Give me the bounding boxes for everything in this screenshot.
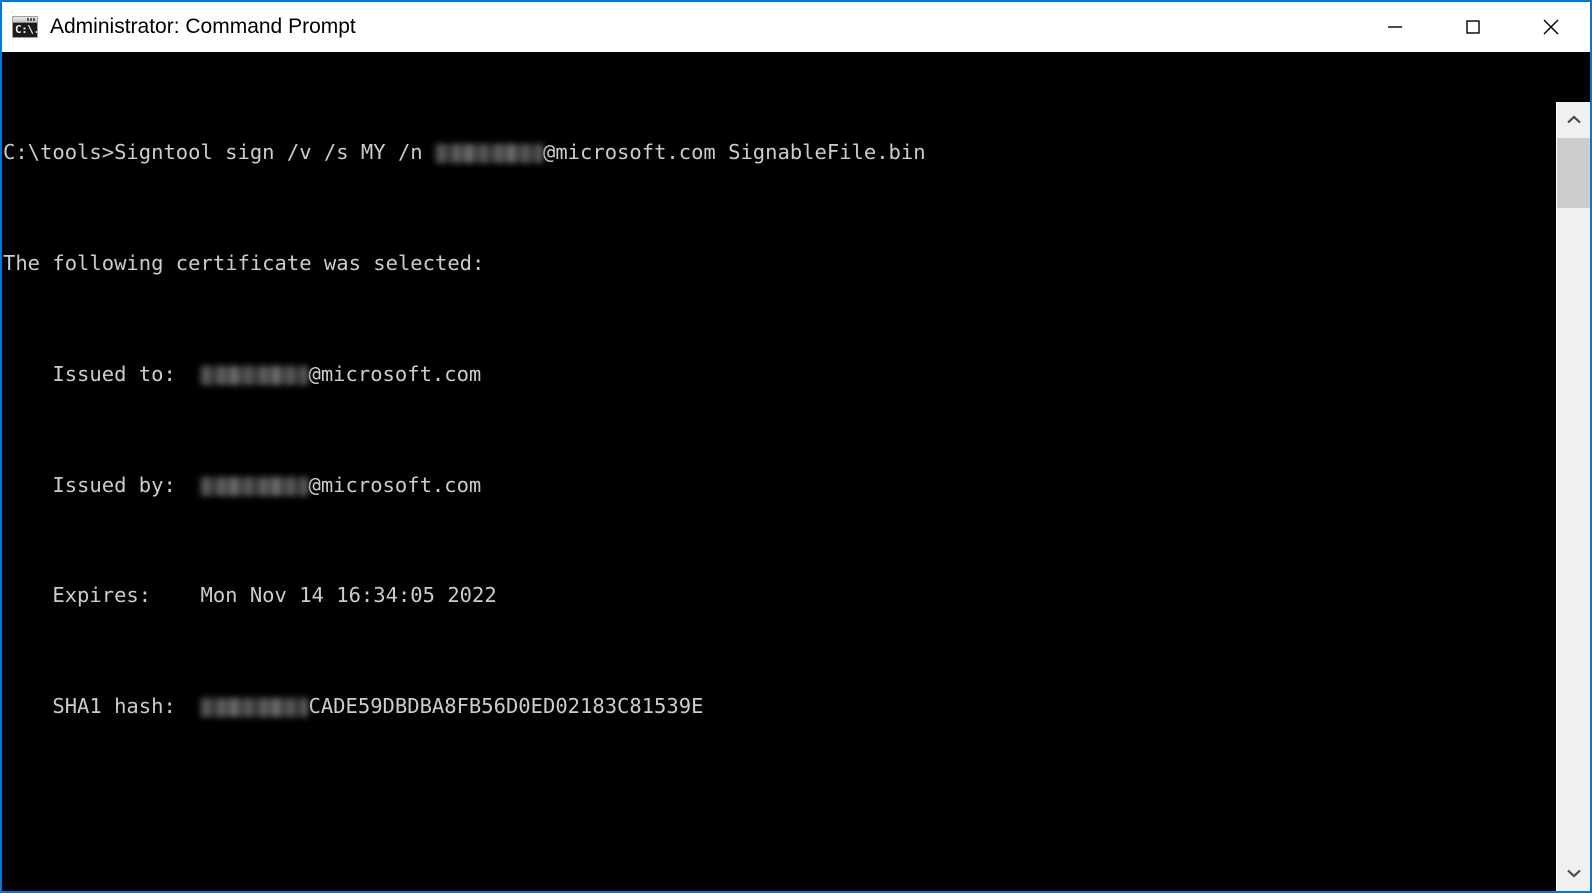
- chevron-up-icon: [1566, 115, 1581, 124]
- scroll-down-button[interactable]: [1557, 855, 1590, 891]
- console-text-run: C:\tools>Signtool sign /v /s MY /n: [3, 140, 435, 165]
- command-prompt-icon: C:\.: [12, 16, 38, 38]
- console-text-run: Expires: Mon Nov 14 16:34:05 2022: [3, 583, 497, 608]
- icon-caption-dots: [27, 18, 35, 21]
- redacted-text-block: [200, 365, 309, 385]
- console-output-area[interactable]: C:\tools>Signtool sign /v /s MY /n @micr…: [2, 52, 1590, 891]
- window-title: Administrator: Command Prompt: [50, 15, 356, 38]
- console-text-run: @microsoft.com: [308, 472, 482, 497]
- line-issued-by: Issued by: @microsoft.com: [3, 473, 481, 497]
- close-icon: [1543, 19, 1559, 35]
- line-cert-heading: The following certificate was selected:: [3, 250, 485, 275]
- console-line: C:\tools>Signtool sign /v /s MY /n @micr…: [3, 139, 926, 167]
- maximize-icon: [1466, 20, 1480, 34]
- console-line: Issued by: @microsoft.com: [3, 472, 926, 500]
- scrollbar-track[interactable]: [1557, 138, 1590, 855]
- redacted-text-block: [434, 144, 543, 164]
- console-text-run: CADE59DBDBA8FB56D0ED02183C81539E: [308, 694, 704, 719]
- icon-prompt-glyph: C:\.: [15, 23, 38, 36]
- title-bar-left: C:\. Administrator: Command Prompt: [2, 15, 356, 39]
- console-text: C:\tools>Signtool sign /v /s MY /n @micr…: [2, 56, 926, 891]
- console-line: SHA1 hash: CADE59DBDBA8FB56D0ED02183C815…: [3, 693, 926, 721]
- line-issued-to: Issued to: @microsoft.com: [3, 362, 481, 386]
- vertical-scrollbar[interactable]: [1556, 102, 1590, 891]
- console-window: C:\. Administrator: Command Prompt C:\to…: [0, 0, 1592, 893]
- scrollbar-thumb[interactable]: [1557, 138, 1590, 208]
- maximize-button[interactable]: [1434, 2, 1512, 52]
- console-text-run: Issued to:: [3, 361, 201, 386]
- title-bar[interactable]: C:\. Administrator: Command Prompt: [2, 2, 1590, 52]
- console-line: The following certificate was selected:: [3, 250, 926, 278]
- chevron-down-icon: [1566, 869, 1581, 878]
- line-command-prompt: C:\tools>Signtool sign /v /s MY /n @micr…: [3, 140, 926, 164]
- caption-buttons: [1356, 2, 1590, 52]
- line-sha1: SHA1 hash: CADE59DBDBA8FB56D0ED02183C815…: [3, 694, 703, 718]
- close-button[interactable]: [1512, 2, 1590, 52]
- console-line: Expires: Mon Nov 14 16:34:05 2022: [3, 582, 926, 610]
- console-text-run: Issued by:: [3, 472, 201, 497]
- line-expires: Expires: Mon Nov 14 16:34:05 2022: [3, 583, 497, 608]
- console-text-run: @microsoft.com: [308, 361, 482, 386]
- console-text-run: SHA1 hash:: [3, 694, 201, 719]
- redacted-text-block: [200, 698, 309, 718]
- minimize-icon: [1388, 26, 1402, 28]
- redacted-text-block: [200, 476, 309, 496]
- minimize-button[interactable]: [1356, 2, 1434, 52]
- console-text-run: @microsoft.com SignableFile.bin: [542, 140, 926, 165]
- scroll-up-button[interactable]: [1557, 102, 1590, 138]
- console-line: Issued to: @microsoft.com: [3, 361, 926, 389]
